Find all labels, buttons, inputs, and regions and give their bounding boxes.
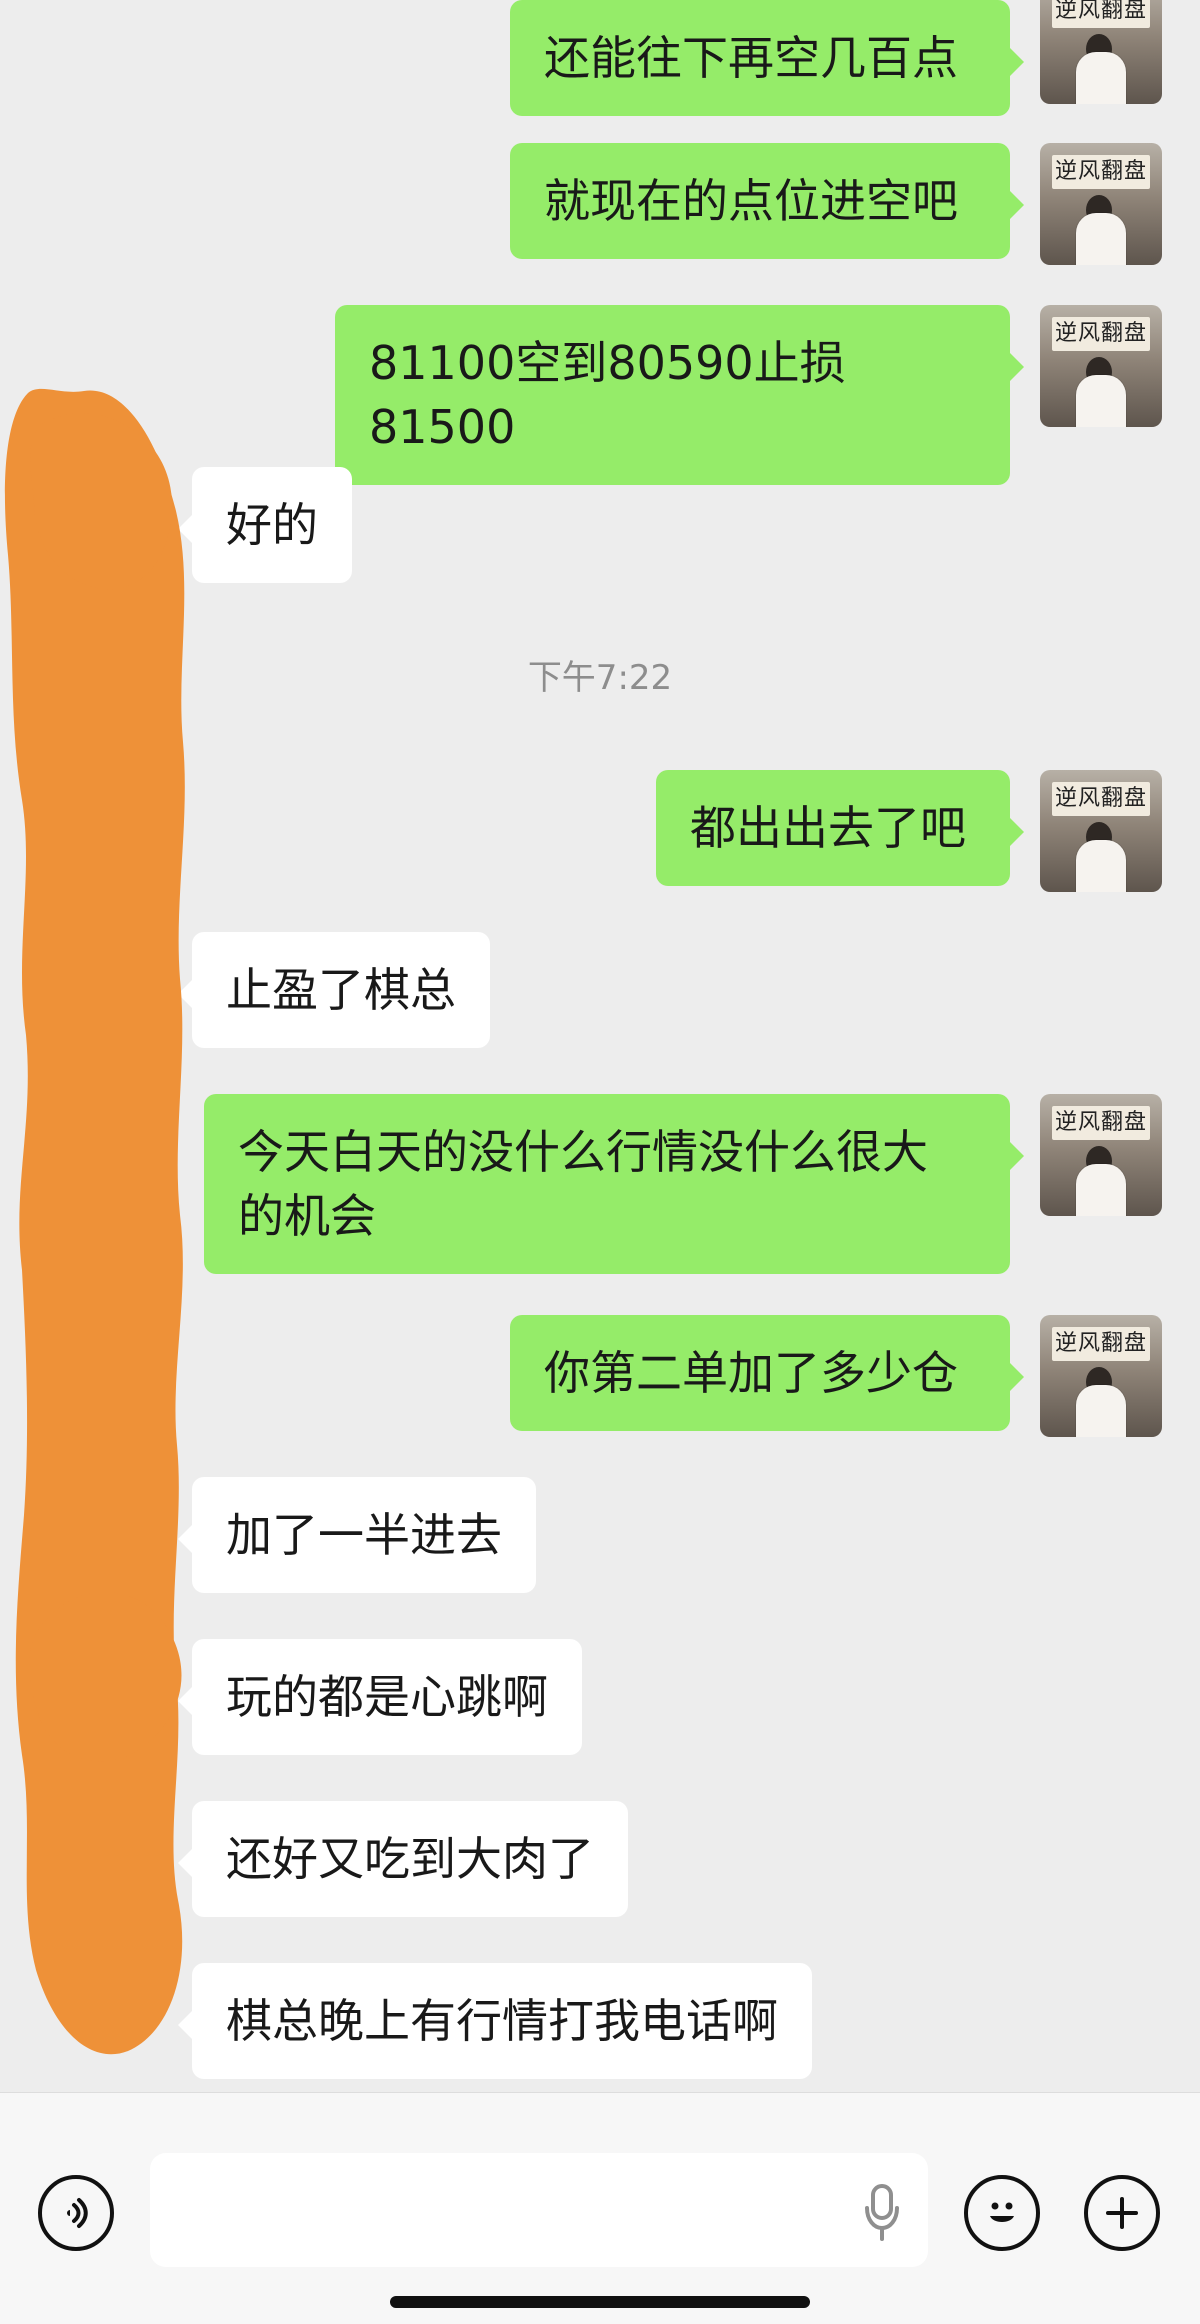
- avatar-sign-text: 逆风翻盘: [1052, 317, 1150, 351]
- emoji-button[interactable]: [964, 2175, 1040, 2251]
- message-bubble-right: 81100空到80590止损81500: [335, 305, 1024, 485]
- message-bubble-right: 就现在的点位进空吧: [510, 143, 1024, 259]
- home-indicator[interactable]: [390, 2296, 810, 2308]
- message-bubble-right: 还能往下再空几百点: [510, 0, 1024, 116]
- avatar-sign-text: 逆风翻盘: [1052, 1106, 1150, 1140]
- avatar-right[interactable]: 逆风翻盘: [1040, 1315, 1162, 1437]
- message-bubble-left: 还好又吃到大肉了: [178, 1801, 628, 1917]
- avatar-sign-text: 逆风翻盘: [1052, 782, 1150, 816]
- message-bubble-left: 棋总晚上有行情打我电话啊: [178, 1963, 812, 2079]
- plus-button[interactable]: [1084, 2175, 1160, 2251]
- plus-icon: [1106, 2197, 1138, 2229]
- avatar-right[interactable]: 逆风翻盘: [1040, 143, 1162, 265]
- avatar-sign-text: 逆风翻盘: [1052, 1327, 1150, 1361]
- voice-icon: [67, 2198, 88, 2228]
- timestamp: 下午7:22: [527, 658, 673, 698]
- message-right-6: 你第二单加了多少仓: [510, 1315, 1024, 1431]
- avatar-figure: [1076, 375, 1126, 427]
- avatar-figure: [1076, 52, 1126, 104]
- message-bubble-right: 今天白天的没什么行情没什么很大 的机会: [204, 1094, 1024, 1274]
- message-right-3: 81100空到80590止损81500: [335, 305, 1024, 485]
- message-right-5: 今天白天的没什么行情没什么很大 的机会: [204, 1094, 1024, 1274]
- message-left-3: 加了一半进去: [178, 1477, 536, 1593]
- message-bubble-left: 玩的都是心跳啊: [178, 1639, 582, 1755]
- message-bubble-right: 你第二单加了多少仓: [510, 1315, 1024, 1431]
- chat-input-bar: [0, 2092, 1200, 2324]
- message-right-1: 还能往下再空几百点: [510, 0, 1024, 116]
- message-bubble-left: 好的: [178, 467, 352, 583]
- avatar-figure: [1076, 1385, 1126, 1437]
- message-bubble-left: 止盈了棋总: [178, 932, 490, 1048]
- message-input[interactable]: [150, 2153, 928, 2267]
- avatar-figure: [1076, 840, 1126, 892]
- emoji-icon: [990, 2202, 1014, 2222]
- message-left-2: 止盈了棋总: [178, 932, 490, 1048]
- avatar-figure: [1076, 213, 1126, 265]
- message-left-1: 好的: [178, 467, 352, 583]
- avatar-right[interactable]: 逆风翻盘: [1040, 770, 1162, 892]
- avatar-sign-text: 逆风翻盘: [1052, 0, 1150, 28]
- avatar-right[interactable]: 逆风翻盘: [1040, 1094, 1162, 1216]
- avatar-figure: [1076, 1164, 1126, 1216]
- message-bubble-left: 加了一半进去: [178, 1477, 536, 1593]
- mic-icon[interactable]: [862, 2184, 902, 2242]
- avatar-right[interactable]: 逆风翻盘: [1040, 0, 1162, 104]
- message-right-4: 都出出去了吧: [656, 770, 1024, 886]
- message-left-5: 还好又吃到大肉了: [178, 1801, 628, 1917]
- message-right-2: 就现在的点位进空吧: [510, 143, 1024, 259]
- message-bubble-right: 都出出去了吧: [656, 770, 1024, 886]
- message-left-4: 玩的都是心跳啊: [178, 1639, 582, 1755]
- avatar-right[interactable]: 逆风翻盘: [1040, 305, 1162, 427]
- message-left-6: 棋总晚上有行情打我电话啊: [178, 1963, 812, 2079]
- avatar-sign-text: 逆风翻盘: [1052, 155, 1150, 189]
- chat-scroll-area[interactable]: 还能往下再空几百点 逆风翻盘 就现在的点位进空吧 逆风翻盘 81100空到805…: [0, 0, 1200, 2092]
- voice-button[interactable]: [38, 2175, 114, 2251]
